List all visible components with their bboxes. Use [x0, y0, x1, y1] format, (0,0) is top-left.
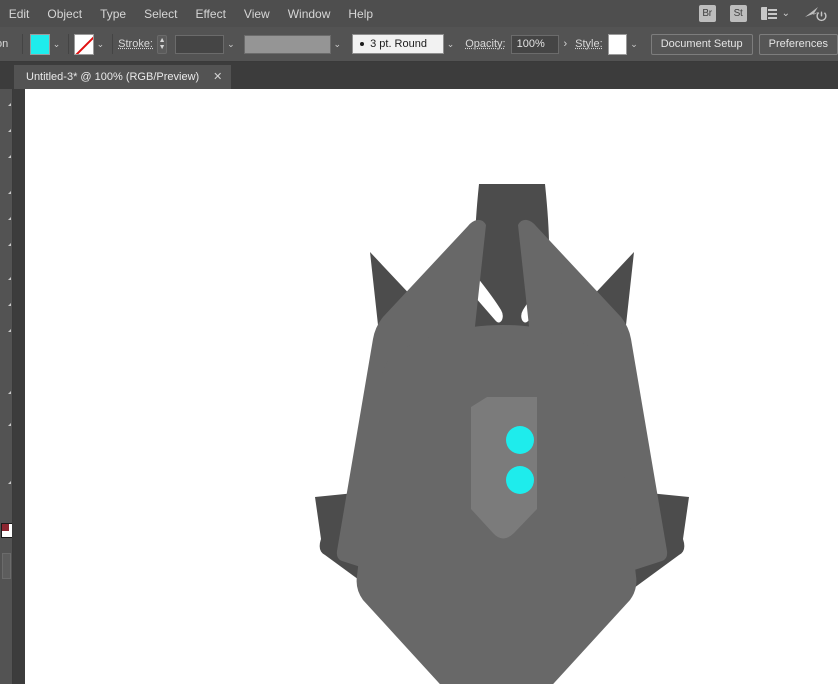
menu-view[interactable]: View	[235, 3, 279, 25]
opacity-label: Opacity:	[465, 38, 505, 50]
chevron-down-icon: ⌄	[782, 9, 790, 19]
stepper-up-icon: ▲	[159, 37, 166, 44]
stroke-weight-input[interactable]	[175, 35, 224, 54]
tool-slot-9[interactable]	[5, 327, 11, 332]
arrange-documents-button[interactable]: ⌄	[761, 7, 790, 20]
tool-slot-2[interactable]	[5, 127, 11, 132]
tools-panel-clipped[interactable]	[0, 89, 13, 684]
divider	[112, 34, 113, 54]
brush-definition-label: 3 pt. Round	[370, 38, 427, 50]
chevron-down-icon[interactable]: ⌄	[97, 40, 105, 49]
menu-help[interactable]: Help	[339, 3, 382, 25]
document-tab-bar: Untitled-3* @ 100% (RGB/Preview) ✕	[0, 62, 838, 89]
chevron-down-icon[interactable]: ⌄	[630, 40, 638, 49]
tool-slot-10[interactable]	[5, 389, 11, 394]
tool-slot-6[interactable]	[5, 241, 11, 246]
style-label: Style:	[575, 38, 603, 50]
artboard-canvas[interactable]	[25, 89, 838, 684]
bridge-icon[interactable]: Br	[699, 5, 716, 22]
chevron-down-icon[interactable]: ⌄	[227, 40, 235, 49]
creative-cloud-power-icon[interactable]	[804, 5, 828, 22]
menu-type[interactable]: Type	[91, 3, 135, 25]
menu-object[interactable]: Object	[38, 3, 91, 25]
menu-effect[interactable]: Effect	[186, 3, 234, 25]
tool-slot-12[interactable]	[5, 479, 11, 484]
stroke-weight-stepper[interactable]: ▲ ▼	[157, 35, 167, 54]
menu-select[interactable]: Select	[135, 3, 186, 25]
active-tool-label: on	[0, 38, 8, 50]
arrange-documents-icon	[761, 7, 778, 20]
dpi-button-upper[interactable]	[506, 426, 534, 454]
menu-edit[interactable]: Edit	[0, 3, 38, 25]
divider	[68, 34, 69, 54]
tool-slot-5[interactable]	[5, 215, 11, 220]
graphic-style-swatch[interactable]	[608, 34, 628, 55]
tool-slot-7[interactable]	[5, 275, 11, 280]
chevron-down-icon[interactable]: ⌄	[53, 40, 61, 49]
control-bar: on ⌄ ⌄ Stroke: ▲ ▼ ⌄ ⌄ 3 pt. Round ⌄ Opa…	[0, 27, 838, 62]
tool-slot-3[interactable]	[5, 153, 11, 158]
opacity-options-arrow-icon[interactable]: ›	[559, 39, 571, 50]
dpi-button-lower[interactable]	[506, 466, 534, 494]
preferences-button[interactable]: Preferences	[759, 34, 838, 55]
fill-color-swatch[interactable]	[30, 34, 50, 55]
screen-mode-control[interactable]	[2, 553, 11, 579]
document-tab[interactable]: Untitled-3* @ 100% (RGB/Preview) ✕	[14, 63, 231, 89]
panel-gutter	[13, 89, 25, 684]
stock-icon[interactable]: St	[730, 5, 747, 22]
brush-definition-dropdown[interactable]: 3 pt. Round	[352, 34, 444, 54]
chevron-down-icon[interactable]: ⌄	[447, 40, 455, 49]
chevron-down-icon[interactable]: ⌄	[334, 40, 342, 49]
stroke-color-swatch[interactable]	[74, 34, 94, 55]
menu-bar-right-cluster: Br St ⌄	[699, 5, 838, 22]
close-icon[interactable]: ✕	[213, 72, 222, 83]
tool-slot-8[interactable]	[5, 301, 11, 306]
document-tab-title: Untitled-3* @ 100% (RGB/Preview)	[26, 71, 199, 83]
document-setup-button[interactable]: Document Setup	[651, 34, 753, 55]
fill-and-stroke-indicator[interactable]	[1, 523, 13, 538]
stepper-down-icon: ▼	[159, 44, 166, 51]
illustrator-window: e Edit Object Type Select Effect View Wi…	[0, 0, 838, 684]
menu-bar: e Edit Object Type Select Effect View Wi…	[0, 0, 838, 27]
center-strip-light-fill	[471, 397, 537, 539]
tool-slot-4[interactable]	[5, 189, 11, 194]
menu-window[interactable]: Window	[279, 3, 340, 25]
tool-slot-1[interactable]	[5, 101, 11, 106]
divider	[22, 34, 23, 54]
stroke-weight-label: Stroke:	[118, 38, 153, 50]
tool-slot-11[interactable]	[5, 421, 11, 426]
gaming-mouse-illustration[interactable]	[25, 89, 838, 684]
opacity-input[interactable]: 100%	[511, 35, 560, 54]
width-profile-dropdown[interactable]	[244, 35, 331, 54]
brush-dot-icon	[360, 42, 364, 46]
